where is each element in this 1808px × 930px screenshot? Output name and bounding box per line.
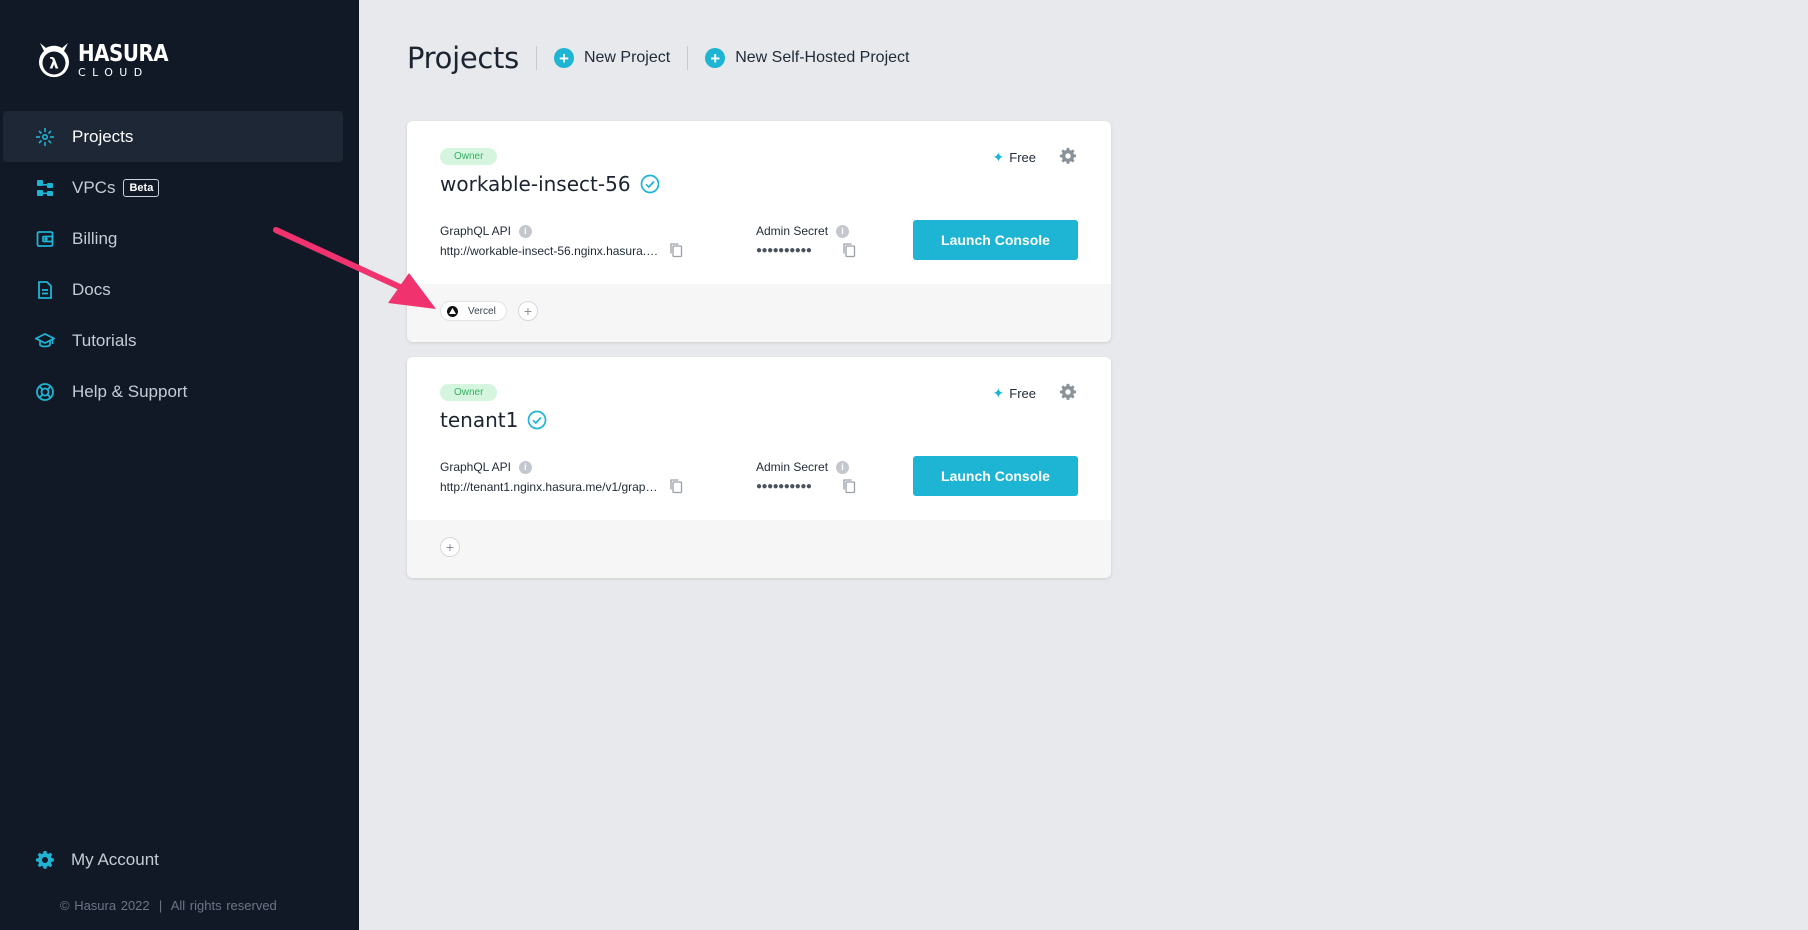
project-name[interactable]: workable-insect-56 xyxy=(440,172,660,196)
owner-badge: Owner xyxy=(440,384,498,401)
launch-console-button[interactable]: Launch Console xyxy=(913,220,1078,260)
admin-secret-mask: ●●●●●●●●●● xyxy=(756,245,812,256)
sidebar-item-label: Projects xyxy=(72,126,134,146)
page-title: Projects xyxy=(407,41,519,75)
sidebar-item-label: Tutorials xyxy=(72,330,137,350)
plan-tier-label: Free xyxy=(1009,150,1036,165)
project-card: Owner tenant1 ✦ Free GraphQL API i http:… xyxy=(407,357,1111,578)
annotation-arrow xyxy=(273,227,436,309)
project-name-text: tenant1 xyxy=(440,408,519,432)
check-circle-icon xyxy=(640,174,659,194)
copy-icon[interactable] xyxy=(842,478,856,494)
launch-console-button[interactable]: Launch Console xyxy=(913,456,1078,496)
plus-circle-icon: + xyxy=(705,48,726,68)
info-icon[interactable]: i xyxy=(518,224,532,238)
plus-circle-icon: + xyxy=(553,48,574,68)
billing-icon xyxy=(35,229,55,249)
info-icon[interactable]: i xyxy=(518,460,532,474)
svg-text:λ: λ xyxy=(49,55,59,73)
info-icon[interactable]: i xyxy=(836,224,850,238)
project-settings-gear-icon[interactable] xyxy=(1059,383,1077,401)
my-account-label: My Account xyxy=(71,850,159,869)
beta-badge: Beta xyxy=(123,178,160,197)
vercel-chip-label: Vercel xyxy=(468,305,496,317)
header-divider xyxy=(535,46,537,70)
check-circle-icon xyxy=(527,410,547,430)
sidebar: λ HASURA CLOUD Projects VPCs Beta Billin… xyxy=(0,0,359,930)
header-divider xyxy=(687,46,689,70)
new-project-label: New Project xyxy=(583,49,671,66)
add-integration-button[interactable]: + xyxy=(440,537,460,557)
admin-secret-mask: ●●●●●●●●●● xyxy=(756,481,812,492)
logo-line2: CLOUD xyxy=(78,65,149,79)
sidebar-item-label: VPCs xyxy=(72,177,116,197)
gear-icon xyxy=(36,851,54,869)
copy-icon[interactable] xyxy=(842,242,856,258)
my-account-link[interactable]: My Account xyxy=(35,850,159,870)
admin-secret-label-text: Admin Secret xyxy=(756,224,829,238)
plan-tier[interactable]: ✦ Free xyxy=(993,149,1036,166)
project-name-text: workable-insect-56 xyxy=(440,172,631,196)
copy-icon[interactable] xyxy=(669,242,683,258)
logo-wordmark: HASURA CLOUD xyxy=(78,40,183,79)
new-self-hosted-label: New Self-Hosted Project xyxy=(735,49,910,66)
add-integration-button[interactable]: + xyxy=(518,301,538,321)
docs-icon xyxy=(35,280,55,300)
new-self-hosted-project-button[interactable]: + New Self-Hosted Project xyxy=(705,48,909,68)
page-header: Projects + New Project + New Self-Hosted… xyxy=(407,40,909,76)
sidebar-item-help-support[interactable]: Help & Support xyxy=(3,366,343,417)
copy-icon[interactable] xyxy=(669,478,683,494)
plan-tier-label: Free xyxy=(1009,386,1036,401)
logo-line1: HASURA xyxy=(78,40,169,67)
plan-tier[interactable]: ✦ Free xyxy=(993,385,1036,402)
hasura-cloud-logo[interactable]: λ HASURA CLOUD xyxy=(35,40,183,80)
admin-secret-label: Admin Secret i xyxy=(756,224,850,238)
sidebar-item-tutorials[interactable]: Tutorials xyxy=(3,315,343,366)
copyright-text: © Hasura 2022 | All rights reserved xyxy=(60,898,277,913)
project-card: Owner workable-insect-56 ✦ Free GraphQL … xyxy=(407,121,1111,342)
admin-secret-label-text: Admin Secret xyxy=(756,460,829,474)
sidebar-item-projects[interactable]: Projects xyxy=(3,111,343,162)
sidebar-item-vpcs[interactable]: VPCs Beta xyxy=(3,162,343,213)
info-icon[interactable]: i xyxy=(836,460,850,474)
graphql-api-label-text: GraphQL API xyxy=(440,460,511,474)
sparkle-icon: ✦ xyxy=(992,149,1005,165)
card-footer xyxy=(407,284,1111,342)
sidebar-item-label: Billing xyxy=(72,228,118,248)
sidebar-item-label: Docs xyxy=(72,279,111,299)
card-footer xyxy=(407,520,1111,578)
graphql-api-url: http://tenant1.nginx.hasura.me/v1/graphq… xyxy=(440,480,660,494)
project-name[interactable]: tenant1 xyxy=(440,408,547,432)
new-project-button[interactable]: + New Project xyxy=(553,48,671,68)
project-settings-gear-icon[interactable] xyxy=(1059,147,1077,165)
sidebar-item-label: Help & Support xyxy=(72,381,188,401)
tutorials-icon xyxy=(35,331,55,351)
graphql-api-url: http://workable-insect-56.nginx.hasura.m… xyxy=(440,244,660,258)
graphql-api-label: GraphQL API i xyxy=(440,224,532,238)
vpc-icon xyxy=(35,178,55,198)
owner-badge: Owner xyxy=(440,148,498,165)
help-lifebuoy-icon xyxy=(35,382,55,402)
sparkle-icon: ✦ xyxy=(992,385,1005,401)
admin-secret-label: Admin Secret i xyxy=(756,460,850,474)
projects-icon xyxy=(35,127,55,147)
graphql-api-label: GraphQL API i xyxy=(440,460,532,474)
hasura-logo-icon: λ xyxy=(39,43,69,78)
